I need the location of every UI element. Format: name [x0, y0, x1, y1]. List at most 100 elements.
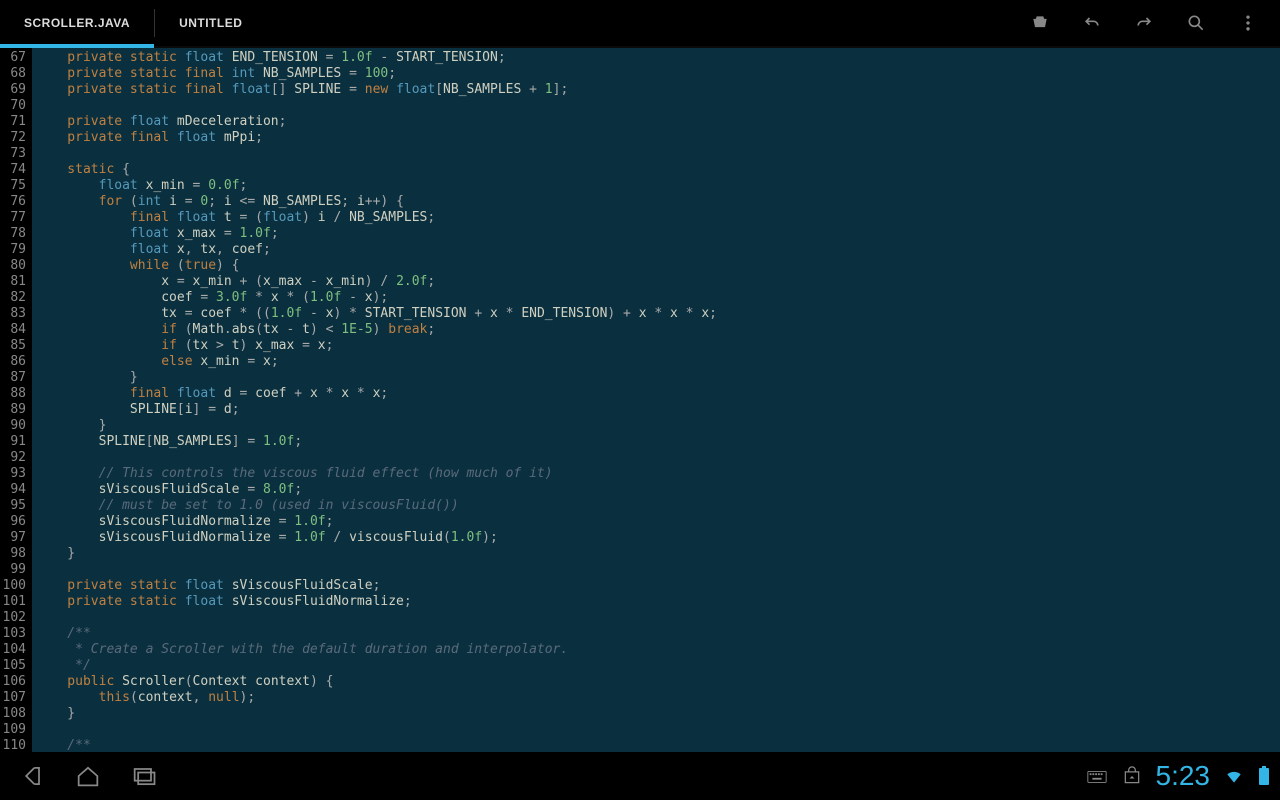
- editor[interactable]: 6768697071727374757677787980818283848586…: [0, 48, 1280, 752]
- code-line[interactable]: private static float sViscousFluidNormal…: [36, 594, 1280, 610]
- line-number: 110: [2, 738, 26, 752]
- code-line[interactable]: else x_min = x;: [36, 354, 1280, 370]
- code-line[interactable]: SPLINE[i] = d;: [36, 402, 1280, 418]
- code-line[interactable]: */: [36, 658, 1280, 674]
- line-number: 107: [2, 690, 26, 706]
- home-icon[interactable]: [68, 756, 108, 796]
- code-line[interactable]: coef = 3.0f * x * (1.0f - x);: [36, 290, 1280, 306]
- tab-untitled[interactable]: UNTITLED: [155, 0, 266, 46]
- code-line[interactable]: }: [36, 546, 1280, 562]
- line-number: 101: [2, 594, 26, 610]
- line-number: 96: [2, 514, 26, 530]
- shop-icon[interactable]: [1122, 766, 1142, 786]
- line-number: 76: [2, 194, 26, 210]
- tabs: SCROLLER.JAVA UNTITLED: [0, 0, 266, 46]
- line-number: 93: [2, 466, 26, 482]
- code-line[interactable]: /**: [36, 626, 1280, 642]
- line-number: 109: [2, 722, 26, 738]
- code-line[interactable]: }: [36, 706, 1280, 722]
- line-number: 84: [2, 322, 26, 338]
- code-line[interactable]: public Scroller(Context context) {: [36, 674, 1280, 690]
- line-number: 86: [2, 354, 26, 370]
- code-line[interactable]: private static final float[] SPLINE = ne…: [36, 82, 1280, 98]
- line-number: 90: [2, 418, 26, 434]
- code-line[interactable]: [36, 562, 1280, 578]
- code-line[interactable]: float x_min = 0.0f;: [36, 178, 1280, 194]
- code-line[interactable]: x = x_min + (x_max - x_min) / 2.0f;: [36, 274, 1280, 290]
- line-number: 82: [2, 290, 26, 306]
- code-line[interactable]: if (tx > t) x_max = x;: [36, 338, 1280, 354]
- code-line[interactable]: private float mDeceleration;: [36, 114, 1280, 130]
- code-line[interactable]: [36, 98, 1280, 114]
- code-line[interactable]: sViscousFluidScale = 8.0f;: [36, 482, 1280, 498]
- code-line[interactable]: for (int i = 0; i <= NB_SAMPLES; i++) {: [36, 194, 1280, 210]
- keyboard-icon[interactable]: [1086, 765, 1108, 787]
- code-line[interactable]: }: [36, 370, 1280, 386]
- tab-scroller-java[interactable]: SCROLLER.JAVA: [0, 0, 154, 46]
- line-number: 102: [2, 610, 26, 626]
- undo-icon[interactable]: [1080, 11, 1104, 35]
- code-line[interactable]: private static float sViscousFluidScale;: [36, 578, 1280, 594]
- line-number: 71: [2, 114, 26, 130]
- top-bar: SCROLLER.JAVA UNTITLED: [0, 0, 1280, 48]
- battery-icon: [1258, 766, 1270, 786]
- overflow-icon[interactable]: [1236, 11, 1260, 35]
- code-area[interactable]: private static float END_TENSION = 1.0f …: [32, 48, 1280, 752]
- code-line[interactable]: private static final int NB_SAMPLES = 10…: [36, 66, 1280, 82]
- code-line[interactable]: static {: [36, 162, 1280, 178]
- line-number: 78: [2, 226, 26, 242]
- line-number: 98: [2, 546, 26, 562]
- line-number: 79: [2, 242, 26, 258]
- line-number: 77: [2, 210, 26, 226]
- code-line[interactable]: [36, 722, 1280, 738]
- line-number: 105: [2, 658, 26, 674]
- line-number: 73: [2, 146, 26, 162]
- line-number: 108: [2, 706, 26, 722]
- clock[interactable]: 5:23: [1156, 760, 1211, 792]
- line-number: 89: [2, 402, 26, 418]
- code-line[interactable]: sViscousFluidNormalize = 1.0f / viscousF…: [36, 530, 1280, 546]
- code-line[interactable]: }: [36, 418, 1280, 434]
- line-number: 104: [2, 642, 26, 658]
- line-gutter: 6768697071727374757677787980818283848586…: [0, 48, 32, 752]
- code-line[interactable]: // must be set to 1.0 (used in viscousFl…: [36, 498, 1280, 514]
- code-line[interactable]: [36, 610, 1280, 626]
- code-line[interactable]: tx = coef * ((1.0f - x) * START_TENSION …: [36, 306, 1280, 322]
- code-line[interactable]: sViscousFluidNormalize = 1.0f;: [36, 514, 1280, 530]
- code-line[interactable]: while (true) {: [36, 258, 1280, 274]
- redo-icon[interactable]: [1132, 11, 1156, 35]
- line-number: 95: [2, 498, 26, 514]
- code-line[interactable]: * Create a Scroller with the default dur…: [36, 642, 1280, 658]
- line-number: 67: [2, 50, 26, 66]
- line-number: 83: [2, 306, 26, 322]
- search-icon[interactable]: [1184, 11, 1208, 35]
- line-number: 69: [2, 82, 26, 98]
- line-number: 75: [2, 178, 26, 194]
- code-line[interactable]: final float d = coef + x * x * x;: [36, 386, 1280, 402]
- code-line[interactable]: [36, 450, 1280, 466]
- recent-apps-icon[interactable]: [124, 756, 164, 796]
- disk-icon[interactable]: [1028, 11, 1052, 35]
- code-line[interactable]: if (Math.abs(tx - t) < 1E-5) break;: [36, 322, 1280, 338]
- code-line[interactable]: this(context, null);: [36, 690, 1280, 706]
- code-line[interactable]: /**: [36, 738, 1280, 752]
- code-line[interactable]: private static float END_TENSION = 1.0f …: [36, 50, 1280, 66]
- code-line[interactable]: // This controls the viscous fluid effec…: [36, 466, 1280, 482]
- code-line[interactable]: [36, 146, 1280, 162]
- code-line[interactable]: float x, tx, coef;: [36, 242, 1280, 258]
- code-line[interactable]: private final float mPpi;: [36, 130, 1280, 146]
- toolbar: [1028, 11, 1280, 35]
- code-line[interactable]: final float t = (float) i / NB_SAMPLES;: [36, 210, 1280, 226]
- wifi-icon: [1224, 766, 1244, 786]
- line-number: 70: [2, 98, 26, 114]
- back-icon[interactable]: [12, 756, 52, 796]
- line-number: 103: [2, 626, 26, 642]
- line-number: 91: [2, 434, 26, 450]
- line-number: 72: [2, 130, 26, 146]
- system-nav-bar: 5:23: [0, 752, 1280, 800]
- line-number: 74: [2, 162, 26, 178]
- code-line[interactable]: float x_max = 1.0f;: [36, 226, 1280, 242]
- line-number: 81: [2, 274, 26, 290]
- code-line[interactable]: SPLINE[NB_SAMPLES] = 1.0f;: [36, 434, 1280, 450]
- line-number: 80: [2, 258, 26, 274]
